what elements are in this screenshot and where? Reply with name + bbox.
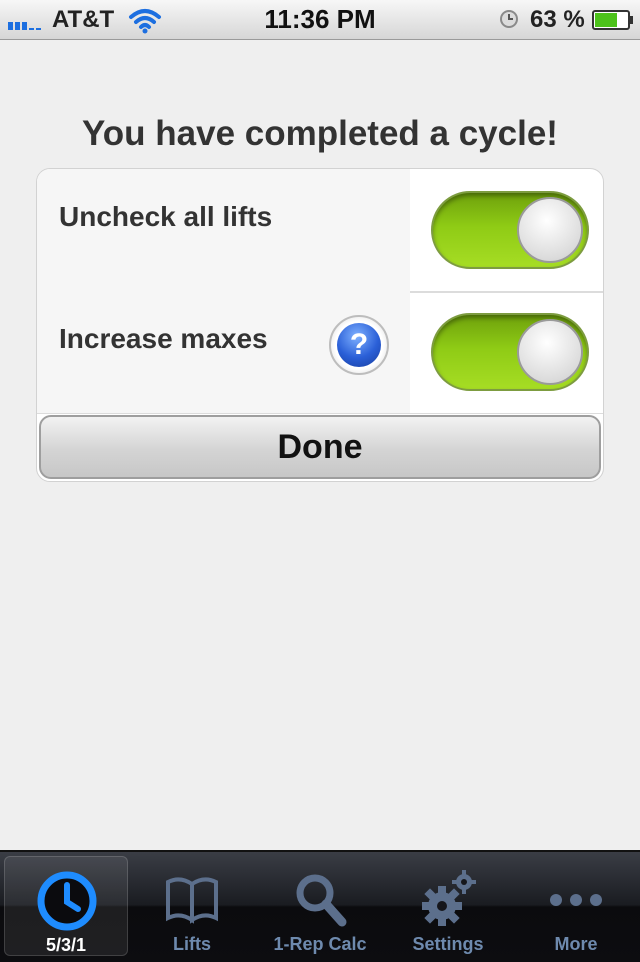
battery-percent: 63 % — [530, 6, 585, 33]
options-group: Uncheck all lifts Increase maxes ? Done — [36, 168, 604, 482]
help-button[interactable]: ? — [329, 315, 389, 375]
tab-lifts[interactable]: Lifts — [130, 856, 254, 956]
uncheck-lifts-row: Uncheck all lifts — [37, 169, 603, 293]
tab-1rep-calc[interactable]: 1-Rep Calc — [258, 856, 382, 956]
status-bar: AT&T 11:36 PM 63 % — [0, 0, 640, 40]
tab-label: Settings — [412, 934, 484, 954]
more-dots-icon — [550, 894, 602, 906]
tab-bar: 5/3/1 Lifts 1-Rep Calc Settings More — [0, 850, 640, 962]
done-button[interactable]: Done — [39, 415, 601, 479]
battery-icon — [592, 10, 633, 30]
tab-label: 1-Rep Calc — [273, 934, 367, 954]
increase-maxes-row: Increase maxes ? — [37, 291, 603, 414]
clock-icon — [37, 871, 97, 931]
toggle-knob — [517, 319, 583, 385]
magnifier-icon — [296, 874, 347, 927]
tab-label: More — [554, 934, 598, 954]
tab-more[interactable]: More — [514, 856, 638, 956]
tab-label: Lifts — [173, 934, 211, 954]
increase-maxes-toggle[interactable] — [431, 313, 589, 391]
tab-settings[interactable]: Settings — [386, 856, 510, 956]
book-icon — [166, 877, 218, 924]
tab-531[interactable]: 5/3/1 — [4, 856, 128, 956]
tab-label: 5/3/1 — [45, 935, 87, 955]
cycle-complete-heading: You have completed a cycle! — [82, 114, 558, 153]
uncheck-lifts-toggle[interactable] — [431, 191, 589, 269]
gears-icon — [422, 870, 476, 926]
increase-maxes-label: Increase maxes — [59, 323, 268, 354]
uncheck-lifts-label: Uncheck all lifts — [59, 201, 273, 232]
toggle-knob — [517, 197, 583, 263]
question-mark-icon: ? — [337, 323, 381, 367]
alarm-clock-icon — [500, 10, 518, 28]
